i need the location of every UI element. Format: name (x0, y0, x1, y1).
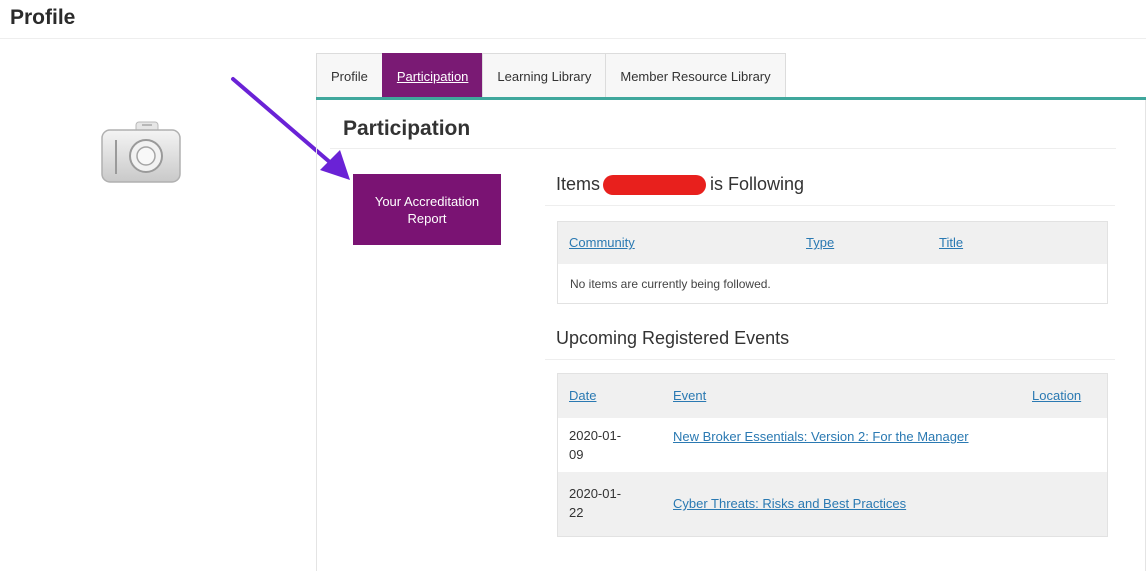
event-date-line: 2020-01- (569, 486, 622, 501)
accreditation-report-button[interactable]: Your Accreditation Report (353, 174, 501, 245)
camera-icon (101, 121, 181, 183)
column-type[interactable]: Type (806, 235, 834, 250)
events-heading: Upcoming Registered Events (556, 328, 790, 348)
title-divider (0, 38, 1146, 39)
column-community[interactable]: Community (569, 235, 635, 250)
events-divider (545, 359, 1115, 360)
column-event[interactable]: Event (673, 388, 706, 403)
following-empty-message: No items are currently being followed. (570, 277, 771, 291)
redaction-mark (603, 174, 707, 195)
event-date-line: 09 (569, 447, 584, 462)
participation-heading: Participation (343, 117, 471, 140)
heading-divider (330, 148, 1116, 149)
following-heading: Items is Following (556, 174, 804, 195)
event-date-line: 2020-01- (569, 428, 622, 443)
event-link[interactable]: New Broker Essentials: Version 2: For th… (673, 427, 993, 446)
events-table-header: Date Event Location (558, 374, 1107, 418)
tab-participation[interactable]: Participation (381, 53, 484, 98)
event-date: 2020-01- 09 (569, 426, 639, 464)
column-location[interactable]: Location (1032, 388, 1081, 403)
following-heading-suffix: is Following (710, 174, 805, 194)
table-row: 2020-01- 09 New Broker Essentials: Versi… (558, 418, 1107, 472)
following-table-header: Community Type Title (558, 222, 1107, 264)
event-link[interactable]: Cyber Threats: Risks and Best Practices (673, 494, 993, 513)
event-date: 2020-01- 22 (569, 484, 639, 522)
tab-member-resource-library[interactable]: Member Resource Library (605, 53, 786, 98)
events-table: Date Event Location 2020-01- 09 New Brok… (557, 373, 1108, 537)
page-title: Profile (10, 6, 76, 29)
column-title[interactable]: Title (939, 235, 963, 250)
following-table: Community Type Title No items are curren… (557, 221, 1108, 304)
event-date-line: 22 (569, 505, 584, 520)
profile-tabs: Profile Participation Learning Library M… (316, 53, 786, 98)
following-divider (545, 205, 1115, 206)
column-date[interactable]: Date (569, 388, 596, 403)
tab-learning-library[interactable]: Learning Library (482, 53, 607, 98)
tab-profile[interactable]: Profile (316, 53, 383, 98)
table-row: 2020-01- 22 Cyber Threats: Risks and Bes… (558, 472, 1107, 536)
following-heading-prefix: Items (556, 174, 601, 194)
